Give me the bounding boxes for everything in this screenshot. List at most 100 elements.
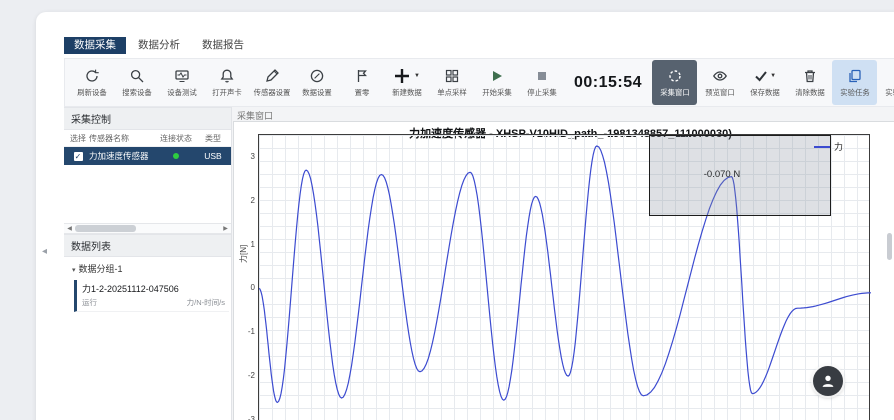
- sensor-row[interactable]: ✓ 力加速度传感器 USB: [64, 147, 231, 165]
- scroll-track: [75, 225, 220, 232]
- collect-timer: 00:15:54: [574, 74, 642, 92]
- toolbar-item-label: 传感器设置: [253, 87, 290, 97]
- data-item-title: 力1-2-20251112-047506: [82, 282, 225, 295]
- toolbar-item-label: 刷新设备: [77, 87, 106, 97]
- toolbar-item-label: 单点采样: [437, 87, 466, 97]
- selection-rectangle[interactable]: -0.070 N: [649, 135, 831, 216]
- horizontal-scrollbar[interactable]: ◀ ▶: [64, 223, 231, 234]
- assistant-floating-button[interactable]: [813, 366, 843, 396]
- y-axis-ticks: 3210-1-2-3: [237, 135, 255, 420]
- scroll-right-icon[interactable]: ▶: [220, 225, 231, 232]
- toolbar-item-label: 实验模板: [885, 87, 894, 97]
- y-tick-label: 3: [251, 152, 255, 161]
- refresh-icon: [84, 67, 100, 85]
- search-icon: [129, 67, 145, 85]
- status-dot: [173, 153, 179, 159]
- stop-icon: [534, 67, 550, 85]
- toolbar-item-label: 设备测试: [167, 87, 196, 97]
- zero-button[interactable]: 置零: [339, 60, 384, 105]
- grid-icon: [444, 67, 460, 85]
- tab-data-collect[interactable]: 数据采集: [64, 37, 126, 54]
- experiment-template-button[interactable]: 实验模板: [877, 60, 894, 105]
- sensor-table-header: 选择 传感器名称 连接状态 类型: [64, 130, 231, 147]
- bell-icon: [219, 67, 235, 85]
- measurement-annotation: -0.070 N: [704, 169, 740, 180]
- toolbar-item-label: 采集窗口: [660, 87, 689, 97]
- data-list-header: 数据列表: [64, 234, 231, 257]
- y-tick-label: -1: [248, 327, 255, 336]
- clear-data-button[interactable]: 清除数据: [787, 60, 832, 105]
- monitor-icon: [174, 67, 190, 85]
- scroll-thumb[interactable]: [75, 225, 136, 232]
- col-select: 选择: [67, 133, 89, 144]
- tree-group-row[interactable]: ▾数据分组-1: [64, 257, 231, 279]
- collect-window-button[interactable]: 采集窗口: [652, 60, 697, 105]
- sensor-settings-button[interactable]: 传感器设置: [249, 60, 294, 105]
- point-sample-button[interactable]: 单点采样: [429, 60, 474, 105]
- col-conn-status: 连接状态: [153, 133, 199, 144]
- data-settings-button[interactable]: 数据设置: [294, 60, 339, 105]
- y-tick-label: -3: [248, 415, 255, 420]
- data-item-status: 运行: [82, 297, 97, 308]
- data-tree: ▾数据分组-1 力1-2-20251112-047506 运行 力/N-时间/s: [64, 257, 231, 420]
- open-sound-button[interactable]: 打开声卡: [204, 60, 249, 105]
- y-tick-label: 0: [251, 283, 255, 292]
- data-item-row[interactable]: 力1-2-20251112-047506 运行 力/N-时间/s: [74, 280, 229, 312]
- search-device-button[interactable]: 搜索设备: [114, 60, 159, 105]
- toolbar-item-label: 停止采集: [527, 87, 556, 97]
- user-icon: [819, 372, 837, 390]
- tab-data-analysis[interactable]: 数据分析: [128, 37, 190, 54]
- tree-group-label: 数据分组-1: [79, 264, 123, 274]
- copy-icon: [847, 67, 863, 85]
- chevron-down-icon: ▼: [770, 73, 776, 79]
- tab-data-report[interactable]: 数据报告: [192, 37, 254, 54]
- plot-area[interactable]: 3210-1-2-3 力[N] -0.070 N 力: [258, 134, 870, 420]
- col-type: 类型: [199, 133, 227, 144]
- content-area: 采集控制 选择 传感器名称 连接状态 类型 ✓ 力加速度传感器 USB ◀ ▶ …: [64, 107, 894, 420]
- toolbar-item-label: 预览窗口: [705, 87, 734, 97]
- y-tick-label: 1: [251, 240, 255, 249]
- sensor-name: 力加速度传感器: [89, 150, 153, 162]
- app-window: 数据采集 数据分析 数据报告 刷新设备 搜索设备 设备测试: [36, 12, 894, 420]
- main-tabs: 数据采集 数据分析 数据报告: [64, 37, 254, 54]
- toolbar: 刷新设备 搜索设备 设备测试 打开声卡 传感器设置: [64, 58, 894, 107]
- device-test-button[interactable]: 设备测试: [159, 60, 204, 105]
- spinner-circle-icon: [667, 67, 683, 85]
- preview-window-button[interactable]: 预览窗口: [697, 60, 742, 105]
- toolbar-item-label: 打开声卡: [212, 87, 241, 97]
- toolbar-item-label: 实验任务: [840, 87, 869, 97]
- main-area: 采集窗口 力加速度传感器 - XHSP-V10HID_path_-1981348…: [232, 107, 894, 420]
- check-icon: ▼: [753, 67, 776, 85]
- y-tick-label: -2: [248, 371, 255, 380]
- sensor-type: USB: [199, 151, 227, 161]
- refresh-device-button[interactable]: 刷新设备: [69, 60, 114, 105]
- new-data-button[interactable]: ▼ 新建数据: [384, 60, 429, 105]
- col-sensor-name: 传感器名称: [89, 133, 153, 144]
- start-collect-button[interactable]: 开始采集: [474, 60, 519, 105]
- chart-legend: 力: [814, 140, 843, 153]
- data-item-meta: 力/N-时间/s: [187, 297, 225, 308]
- toolbar-item-label: 保存数据: [750, 87, 779, 97]
- sidebar-collapse-arrow-icon[interactable]: ◂: [42, 246, 47, 257]
- sidebar: 采集控制 选择 传感器名称 连接状态 类型 ✓ 力加速度传感器 USB ◀ ▶ …: [64, 107, 232, 420]
- save-data-button[interactable]: ▼ 保存数据: [742, 60, 787, 105]
- edit-circle-icon: [309, 67, 325, 85]
- pencil-icon: [264, 67, 280, 85]
- experiment-task-button[interactable]: 实验任务: [832, 60, 877, 105]
- toolbar-item-label: 新建数据: [392, 87, 421, 97]
- plus-icon: ▼: [393, 67, 420, 85]
- toolbar-item-label: 数据设置: [302, 87, 331, 97]
- toolbar-item-label: 清除数据: [795, 87, 824, 97]
- legend-label: 力: [834, 140, 843, 153]
- play-icon: [489, 67, 505, 85]
- eye-icon: [712, 67, 728, 85]
- scroll-left-icon[interactable]: ◀: [64, 225, 75, 232]
- stop-collect-button[interactable]: 停止采集: [519, 60, 564, 105]
- toolbar-item-label: 开始采集: [482, 87, 511, 97]
- trash-icon: [802, 67, 818, 85]
- vertical-scrollbar-thumb[interactable]: [887, 233, 892, 260]
- flag-icon: [354, 67, 370, 85]
- caret-down-icon: ▾: [72, 267, 76, 274]
- chevron-down-icon: ▼: [414, 73, 420, 79]
- sensor-checkbox[interactable]: ✓: [74, 152, 83, 161]
